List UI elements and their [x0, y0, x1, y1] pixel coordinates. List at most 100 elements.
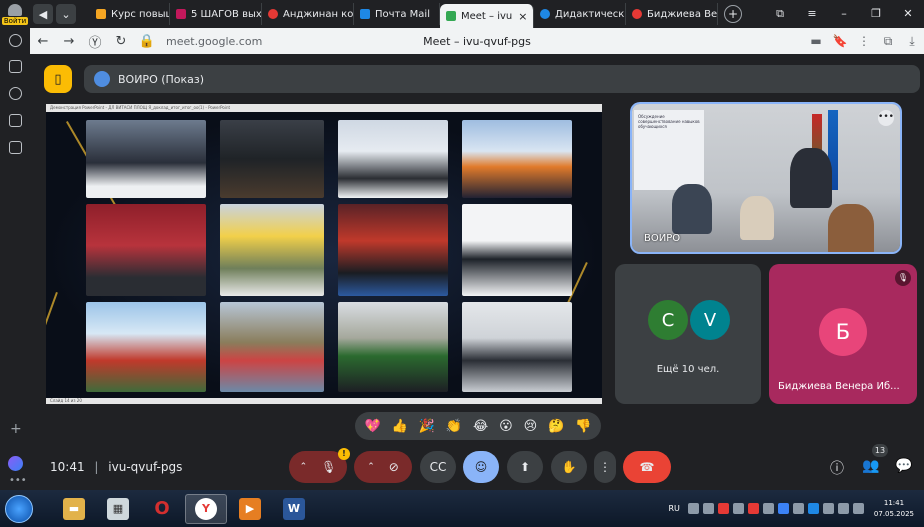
volume-icon[interactable]	[837, 503, 849, 514]
photo	[86, 120, 206, 198]
bluetooth-icon[interactable]	[777, 503, 789, 514]
history-icon[interactable]	[9, 34, 22, 47]
tray-icon[interactable]	[762, 503, 774, 514]
decor-line	[46, 292, 58, 378]
presenter-bar[interactable]: ВОИРО (Показ)	[84, 65, 920, 93]
tray-icon[interactable]	[702, 503, 714, 514]
lock-icon[interactable]: 🔒	[134, 34, 160, 49]
leave-call-button[interactable]: ☎	[623, 451, 671, 483]
reaction-surprised[interactable]: 😮	[499, 419, 513, 434]
reaction-party[interactable]: 🎉	[419, 419, 435, 434]
presenter-label: ВОИРО (Показ)	[118, 72, 205, 86]
sign-in-label: Войти	[1, 16, 29, 25]
close-window-icon[interactable]: ✕	[892, 7, 924, 21]
screenshot-icon[interactable]	[9, 141, 22, 154]
tab-favicon-icon	[268, 9, 278, 19]
reaction-thumbs-down[interactable]: 👎	[575, 419, 591, 434]
alice-icon[interactable]	[8, 456, 23, 471]
tray-icon[interactable]	[852, 503, 864, 514]
video-tile-voiro[interactable]: Обсуждение совершенствование навыков обу…	[630, 102, 902, 254]
participant-tile-bidzhieva[interactable]: 🎙 Б Биджиева Венера Иб...	[769, 264, 917, 404]
bookmark-icon[interactable]: 🔖	[828, 34, 852, 49]
tray-icon[interactable]	[732, 503, 744, 514]
reaction-thumbs-up[interactable]: 👍	[392, 419, 408, 434]
tab-didactic[interactable]: Дидактическ	[534, 3, 626, 25]
taskbar-word[interactable]: W	[273, 494, 315, 524]
taskbar-player[interactable]: ▶	[229, 494, 271, 524]
tray-icon[interactable]	[687, 503, 699, 514]
profile-button[interactable]: Войти	[0, 0, 30, 28]
close-tab-icon[interactable]: ×	[518, 10, 527, 23]
reaction-sad[interactable]: 😢	[524, 419, 538, 434]
reaction-laugh[interactable]: 😂	[473, 419, 488, 434]
taskbar-explorer[interactable]: ▬	[53, 494, 95, 524]
tray-icon[interactable]	[717, 503, 729, 514]
minimize-icon[interactable]: –	[828, 7, 860, 21]
camera-button[interactable]: ⌃ ⊘	[354, 451, 412, 483]
forward-icon[interactable]: →	[56, 34, 82, 49]
more-participants-tile[interactable]: C V Ещё 10 чел.	[615, 264, 761, 404]
restore-icon[interactable]: ❐	[860, 7, 892, 21]
tray-icon[interactable]	[792, 503, 804, 514]
menu-icon[interactable]: ≡	[796, 7, 828, 21]
language-indicator[interactable]: RU	[668, 504, 679, 513]
shared-presentation[interactable]: Демонстрация PowerPoint - ДЛ ВИТАСИ ПЛОЩ…	[46, 104, 602, 404]
taskbar-calculator[interactable]: ▦	[97, 494, 139, 524]
raise-hand-button[interactable]: ✋	[551, 451, 587, 483]
back-icon[interactable]: ←	[30, 34, 56, 49]
tray-icon[interactable]	[747, 503, 759, 514]
person	[828, 204, 874, 252]
reaction-clap[interactable]: 👏	[446, 419, 462, 434]
start-button[interactable]	[5, 494, 33, 523]
reader-icon[interactable]: ▬	[804, 34, 828, 49]
tab-mail[interactable]: Почта Mail	[354, 3, 440, 25]
tab-5-steps[interactable]: 5 ШАГОВ выхо	[170, 3, 262, 25]
reaction-thinking[interactable]: 🤔	[548, 419, 564, 434]
tab-favicon-icon	[540, 9, 550, 19]
warning-icon: !	[338, 448, 350, 460]
url-text[interactable]: meet.google.com	[166, 35, 262, 48]
reload-icon[interactable]: ↻	[108, 34, 134, 49]
emoji-button[interactable]: ☺	[463, 451, 499, 483]
photo	[338, 204, 448, 296]
sidebar-more-icon[interactable]: •••	[9, 475, 27, 486]
info-icon[interactable]: ⓘ	[830, 458, 844, 478]
network-icon[interactable]	[822, 503, 834, 514]
tab-meet[interactable]: Meet – ivu ×	[440, 4, 534, 28]
tabs-dropdown-icon[interactable]: ⌄	[56, 4, 76, 24]
presentation-icon[interactable]: ▯	[44, 65, 72, 93]
meet-icon	[446, 11, 456, 21]
meet-app: ▯ ВОИРО (Показ) Демонстрация PowerPoint …	[30, 54, 924, 490]
reaction-heart[interactable]: 💖	[364, 419, 380, 434]
more-options-button[interactable]: ⋮	[594, 451, 616, 483]
tab-bidzhieva[interactable]: Биджиева Вен	[626, 3, 718, 25]
tile-more-icon[interactable]: •••	[878, 110, 894, 126]
download-icon[interactable]: ⤓	[900, 34, 924, 49]
more-icon[interactable]: ⋮	[852, 34, 876, 49]
people-icon[interactable]: 👥	[862, 458, 879, 474]
chevron-up-icon[interactable]: ⌃	[300, 462, 308, 472]
system-clock[interactable]: 11:41 07.05.2025	[874, 498, 914, 520]
new-tab-icon[interactable]: +	[724, 5, 742, 23]
present-button[interactable]: ⬆	[507, 451, 543, 483]
add-panel-icon[interactable]: +	[10, 421, 22, 437]
chat-icon[interactable]: 💬	[895, 458, 912, 474]
photo	[86, 204, 206, 296]
taskbar-yandex[interactable]: Y	[185, 493, 227, 524]
tab-andjinan[interactable]: Анджинан кон	[262, 3, 354, 25]
extensions-icon[interactable]: ⧉	[876, 34, 900, 49]
present-icon: ⬆	[519, 460, 531, 474]
pin-icon[interactable]: ⧉	[764, 7, 796, 21]
collections-icon[interactable]	[9, 60, 22, 73]
chevron-up-icon[interactable]: ⌃	[367, 462, 375, 472]
photo	[462, 204, 572, 296]
app-7-icon[interactable]	[9, 114, 22, 127]
tab-course[interactable]: Курс повышен	[90, 3, 170, 25]
play-icon[interactable]	[9, 87, 22, 100]
tray-icon[interactable]	[807, 503, 819, 514]
yandex-icon[interactable]: Ⓨ	[82, 32, 108, 51]
captions-icon: CC	[429, 460, 447, 474]
taskbar-opera[interactable]: O	[141, 494, 183, 524]
captions-button[interactable]: CC	[420, 451, 456, 483]
sound-icon[interactable]: ◀	[33, 4, 53, 24]
